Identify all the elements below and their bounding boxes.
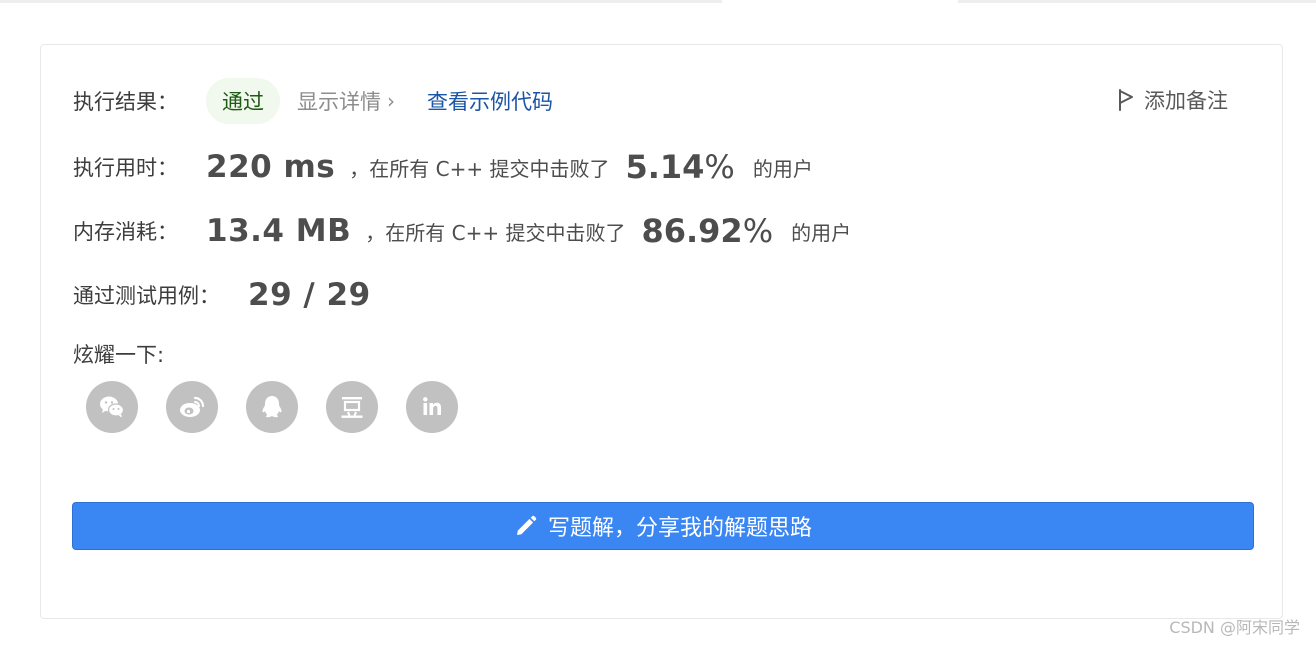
memory-users-text: 的用户 (791, 220, 852, 245)
runtime-percent-value: 5.14 (625, 148, 705, 186)
tests-value: 29 / 29 (248, 277, 371, 313)
share-icon-list (86, 381, 458, 433)
memory-percent-value: 86.92 (641, 212, 743, 250)
write-solution-button[interactable]: 写题解，分享我的解题思路 (72, 502, 1254, 550)
show-details-link[interactable]: 显示详情 › (297, 86, 395, 116)
wechat-icon[interactable] (86, 381, 138, 433)
flag-icon (1119, 89, 1133, 111)
memory-percent-sign: % (742, 212, 774, 250)
add-note-label: 添加备注 (1144, 89, 1228, 113)
runtime-label: 执行用时： (73, 156, 178, 180)
douban-glyph (341, 397, 363, 418)
weibo-glyph (180, 396, 205, 417)
top-tab-strip (0, 0, 1316, 4)
runtime-users-text: 的用户 (752, 156, 813, 181)
chevron-right-icon: › (387, 89, 395, 113)
add-note-button[interactable]: 添加备注 (1116, 85, 1228, 115)
submission-result-card: 执行结果： 通过 显示详情 › 查看示例代码 添加备注 执行用时： 220 ms… (40, 44, 1283, 619)
runtime-row: 执行用时： 220 ms ，在所有 C++ 提交中击败了 5.14% 的用户 (73, 145, 813, 189)
memory-row: 内存消耗： 13.4 MB ，在所有 C++ 提交中击败了 86.92% 的用户 (73, 209, 851, 253)
tab-divider (958, 0, 1316, 3)
tab-divider (0, 0, 722, 3)
show-details-label: 显示详情 (297, 90, 381, 114)
memory-label: 内存消耗： (73, 220, 178, 244)
view-sample-code-link[interactable]: 查看示例代码 (427, 86, 553, 116)
watermark: CSDN @阿宋同学 (1169, 618, 1300, 637)
runtime-value: 220 ms (206, 149, 336, 185)
qq-icon[interactable] (246, 381, 298, 433)
linkedin-glyph (423, 397, 441, 415)
wechat-glyph (100, 396, 125, 418)
memory-percent: 86.92% (641, 212, 773, 250)
share-label: 炫耀一下: (73, 343, 165, 367)
douban-icon[interactable] (326, 381, 378, 433)
memory-value: 13.4 MB (206, 213, 352, 249)
pencil-icon (516, 515, 537, 535)
tests-label: 通过测试用例： (73, 284, 220, 308)
status-badge: 通过 (206, 78, 280, 124)
memory-compare-text: ，在所有 C++ 提交中击败了 (365, 220, 626, 245)
weibo-icon[interactable] (166, 381, 218, 433)
runtime-percent-sign: % (704, 148, 735, 186)
runtime-compare-text: ，在所有 C++ 提交中击败了 (349, 156, 610, 181)
result-label: 执行结果： (73, 90, 178, 114)
share-row: 炫耀一下: (73, 337, 164, 371)
runtime-percent: 5.14% (625, 148, 734, 186)
write-solution-label: 写题解，分享我的解题思路 (547, 516, 812, 541)
tests-row: 通过测试用例： 29 / 29 (73, 273, 371, 317)
active-tab-indicator (722, 0, 958, 3)
linkedin-icon[interactable] (406, 381, 458, 433)
qq-glyph (262, 396, 282, 418)
result-row: 执行结果： 通过 显示详情 › 查看示例代码 (73, 77, 553, 125)
